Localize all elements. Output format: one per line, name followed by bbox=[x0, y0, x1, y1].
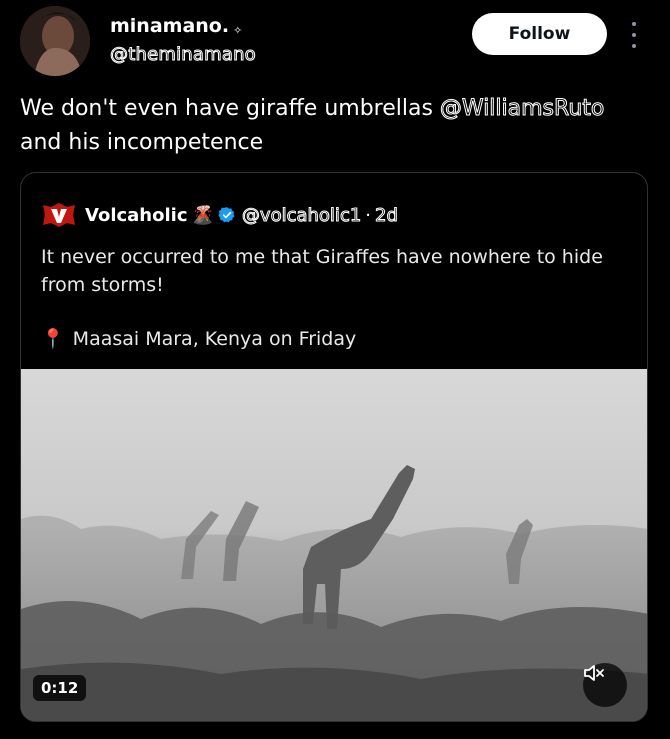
quote-timestamp[interactable]: 2d bbox=[375, 204, 399, 226]
quote-location: 📍 Maasai Mara, Kenya on Friday bbox=[41, 325, 356, 353]
quote-display-name[interactable]: Volcaholic bbox=[85, 205, 188, 226]
post-text: We don't even have giraffe umbrellas @Wi… bbox=[20, 96, 605, 156]
volume-muted-icon[interactable] bbox=[583, 663, 627, 707]
post-card: minamano. ✧ @theminamano Follow We don't … bbox=[0, 0, 670, 739]
author-display-name[interactable]: minamano. ✧ bbox=[110, 14, 256, 43]
quote-handle[interactable]: @volcaholic1 bbox=[241, 204, 361, 226]
follow-button[interactable]: Follow bbox=[472, 13, 607, 55]
more-vertical-icon[interactable] bbox=[626, 18, 642, 52]
author-handle[interactable]: @theminamano bbox=[110, 43, 257, 67]
quoted-post[interactable]: Volcaholic 🌋 @volcaholic1 · 2d It never … bbox=[20, 172, 648, 722]
quote-text: It never occurred to me that Giraffes ha… bbox=[41, 246, 603, 296]
sparkle-icon: ✧ bbox=[233, 24, 243, 37]
video-duration: 0:12 bbox=[33, 675, 87, 701]
verified-badge-icon bbox=[218, 207, 235, 223]
author-info: minamano. ✧ @theminamano bbox=[110, 14, 257, 67]
separator-dot: · bbox=[365, 204, 372, 226]
giraffes-storm-video-frame bbox=[21, 369, 647, 721]
video-player[interactable]: 0:12 bbox=[21, 369, 647, 721]
volcano-emoji-icon: 🌋 bbox=[191, 204, 214, 226]
quote-header: Volcaholic 🌋 @volcaholic1 · 2d bbox=[41, 201, 398, 229]
pin-icon: 📍 bbox=[41, 328, 65, 350]
mention-link[interactable]: @WilliamsRuto bbox=[439, 96, 604, 122]
author-avatar[interactable] bbox=[20, 6, 90, 76]
volcaholic-logo[interactable] bbox=[41, 201, 77, 229]
